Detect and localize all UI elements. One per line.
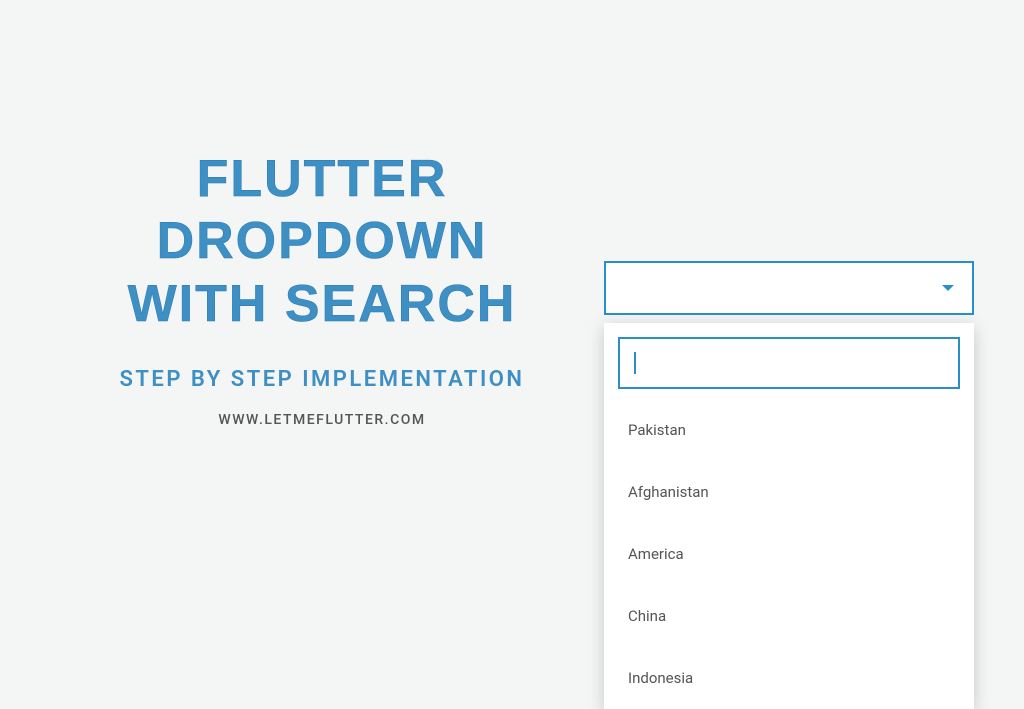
dropdown-item-china[interactable]: China	[604, 585, 974, 647]
dropdown-wrapper: Pakistan Afghanistan America China Indon…	[604, 261, 974, 315]
title-line1: Flutter Dropdown	[157, 150, 488, 270]
dropdown-panel: Pakistan Afghanistan America China Indon…	[604, 323, 974, 709]
page-subtitle: Step By Step Implementation	[60, 367, 584, 392]
dropdown-item-pakistan[interactable]: Pakistan	[604, 399, 974, 461]
page-title: Flutter Dropdown With Search	[60, 148, 584, 335]
dropdown-item-indonesia[interactable]: Indonesia	[604, 647, 974, 709]
chevron-down-icon	[942, 285, 954, 291]
title-line2: With Search	[128, 275, 517, 333]
text-cursor-icon	[634, 352, 636, 374]
dropdown-list: Pakistan Afghanistan America China Indon…	[604, 399, 974, 709]
site-url: www.letmeflutter.com	[60, 412, 584, 428]
dropdown-trigger[interactable]	[604, 261, 974, 315]
dropdown-item-afghanistan[interactable]: Afghanistan	[604, 461, 974, 523]
search-input[interactable]	[618, 337, 960, 389]
